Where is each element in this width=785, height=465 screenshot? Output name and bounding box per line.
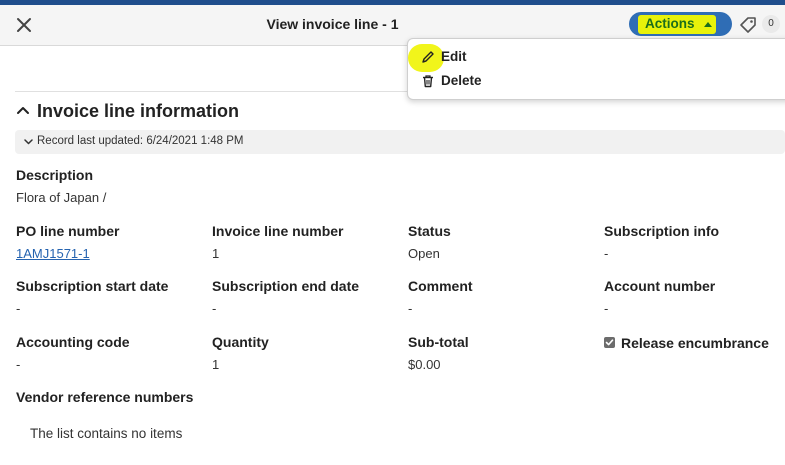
po-line-link[interactable]: 1AMJ1571-1 [16,246,90,261]
field-value: - [212,301,217,316]
actions-button[interactable]: Actions [629,12,732,36]
menu-item-label: Delete [441,73,482,88]
field-value: Open [408,246,440,261]
field-account-number: Account number - [604,278,715,316]
field-subscription-start-date: Subscription start date - [16,278,168,316]
field-label: Comment [408,278,473,294]
field-label: Description [16,167,94,183]
field-value: Flora of Japan / [16,190,107,205]
section-title: Invoice line information [37,101,240,121]
accordion-invoice-line-information[interactable]: Invoice line information [16,101,416,123]
field-value: - [16,301,21,316]
checkbox-label: Release encumbrance [621,335,769,351]
caret-up-icon [704,22,712,27]
field-subscription-info: Subscription info - [604,223,719,261]
trash-icon [423,75,433,88]
tags-button[interactable] [738,15,758,35]
field-label: Account number [604,278,716,294]
field-value: $0.00 [408,357,441,372]
field-value: - [16,357,21,372]
field-invoice-line-number: Invoice line number 1 [212,223,343,261]
empty-list-message: The list contains no items [30,426,183,441]
menu-item-delete[interactable]: Delete [421,72,781,92]
field-value: - [604,246,609,261]
field-label: Subscription info [604,223,720,239]
field-label: Status [408,223,451,239]
field-po-line-number: PO line number 1AMJ1571-1 [16,223,119,261]
chevron-up-icon [17,107,29,114]
field-label: Quantity [212,334,269,350]
record-last-updated: Record last updated: 6/24/2021 1:48 PM [37,135,244,147]
field-description: Description Flora of Japan / [16,167,106,205]
field-value: - [604,301,609,316]
field-label: Subscription end date [212,278,360,294]
vendor-reference-numbers: Vendor reference numbers [16,389,193,405]
chevron-down-icon [24,139,33,145]
field-sub-total: Sub-total $0.00 [408,334,469,372]
tag-count-badge: 0 [762,15,780,33]
release-encumbrance-checkbox[interactable] [604,337,615,348]
field-subscription-end-date: Subscription end date - [212,278,359,316]
checkmark-icon [605,339,614,346]
tag-icon [740,17,756,33]
field-accounting-code: Accounting code - [16,334,130,372]
field-label: Sub-total [408,334,469,350]
field-label: Accounting code [16,334,130,350]
menu-item-label: Edit [441,49,467,64]
field-label: PO line number [16,223,120,239]
pencil-icon [422,51,434,63]
field-label: Vendor reference numbers [16,389,194,405]
record-metadata-toggle[interactable]: Record last updated: 6/24/2021 1:48 PM [15,130,785,154]
menu-item-edit[interactable]: Edit [421,48,781,68]
field-label: Invoice line number [212,223,344,239]
page-title: View invoice line - 1 [266,16,399,32]
field-quantity: Quantity 1 [212,334,269,372]
field-value: 1 [212,357,220,372]
field-value: 1 [212,246,220,261]
field-label: Subscription start date [16,278,169,294]
field-comment: Comment - [408,278,473,316]
field-value: - [408,301,413,316]
actions-label: Actions [645,16,695,31]
field-status: Status Open [408,223,451,261]
